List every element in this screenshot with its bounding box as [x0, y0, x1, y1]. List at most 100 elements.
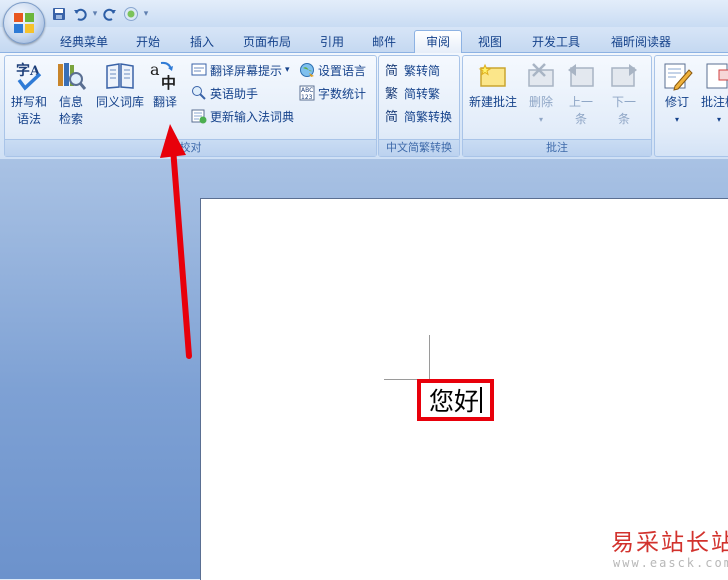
update-dictionary-icon [191, 109, 207, 124]
translation-screentip-label: 翻译屏幕提示 [210, 63, 283, 78]
track-changes-icon [664, 63, 693, 91]
set-language-button[interactable]: 设置语言 [299, 60, 366, 80]
tab-classic-menu[interactable]: 经典菜单 [50, 31, 118, 53]
margin-corner-vertical [429, 335, 430, 379]
thesaurus-button[interactable]: 同义词库 [93, 60, 147, 111]
save-icon[interactable] [50, 5, 68, 23]
tab-foxit-reader[interactable]: 福昕阅读器 [598, 31, 684, 53]
next-comment-label-line2: 条 [617, 112, 630, 126]
english-assistant-button[interactable]: 英语助手 [191, 83, 258, 103]
chinese-conversion-label: 简繁转换 [404, 109, 453, 124]
comments-group: 新建批注 删除 ▾ 上一 条 下一 条 批注 [462, 55, 652, 157]
word-count-label: 字数统计 [318, 86, 367, 101]
traditional-to-simplified-button[interactable]: 简 繁转简 [385, 60, 440, 80]
update-ime-dictionary-label: 更新输入法词典 [210, 109, 295, 124]
tracking-group: 修订 ▾ 批注框 ▾ [654, 55, 728, 157]
previous-comment-label-line1: 上一 [568, 95, 593, 109]
customize-icon[interactable]: ▾ [143, 9, 149, 19]
undo-dropdown-icon[interactable]: ▾ [92, 9, 98, 19]
simplified-to-traditional-button[interactable]: 繁 简转繁 [385, 83, 440, 103]
english-assistant-icon [192, 86, 206, 100]
english-assistant-label: 英语助手 [210, 86, 259, 101]
previous-comment-icon [568, 64, 594, 87]
proofing-group: 字 A 拼写和 语法 信息 检索 同义词库 a 中 翻译 翻译屏幕提示 ▾ 英语… [4, 55, 377, 157]
traditional-to-simplified-label: 繁转简 [404, 63, 441, 78]
chinese-conversion-group: 简 繁转简 繁 简转繁 简 简繁转换 中文简繁转换 [378, 55, 460, 157]
undo-icon[interactable] [71, 5, 89, 23]
svg-text:ABC: ABC [301, 87, 313, 94]
chinese-conversion-group-label: 中文简繁转换 [379, 139, 459, 156]
next-comment-icon [611, 64, 637, 87]
thesaurus-label: 同义词库 [95, 95, 144, 109]
ribbon: 字 A 拼写和 语法 信息 检索 同义词库 a 中 翻译 翻译屏幕提示 ▾ 英语… [0, 52, 728, 160]
research-button[interactable]: 信息 检索 [53, 60, 89, 128]
svg-text:繁: 繁 [385, 86, 398, 101]
new-comment-button[interactable]: 新建批注 [465, 60, 521, 111]
new-comment-label: 新建批注 [468, 95, 517, 109]
comment-box-label: 批注框 [700, 95, 728, 109]
office-button[interactable] [3, 2, 45, 44]
simplified-to-traditional-label: 简转繁 [404, 86, 441, 101]
redo-icon[interactable] [101, 5, 119, 23]
spelling-label-line2: 语法 [16, 112, 41, 126]
thesaurus-book-icon [106, 63, 134, 89]
delete-dropdown-icon: ▾ [538, 115, 543, 124]
highlighted-text-box[interactable]: 您好 [417, 379, 495, 421]
tab-references[interactable]: 引用 [310, 31, 354, 53]
watermark-site-name: 易采站长站 [611, 530, 728, 556]
track-changes-label: 修订 [664, 95, 689, 109]
comments-group-label: 批注 [463, 139, 651, 156]
research-label-line2: 检索 [58, 112, 83, 126]
comment-box-button[interactable]: 批注框 ▾ [699, 60, 728, 128]
svg-text:字: 字 [16, 62, 30, 79]
chinese-conversion-icon: 简 [385, 109, 398, 124]
svg-text:a: a [150, 60, 160, 79]
chinese-conversion-button[interactable]: 简 简繁转换 [385, 106, 452, 126]
new-comment-icon [478, 63, 506, 87]
screentip-icon [191, 63, 207, 76]
tab-review[interactable]: 审阅 [414, 30, 462, 53]
proofing-group-label: 校对 [5, 139, 376, 156]
update-ime-dictionary-button[interactable]: 更新输入法词典 [191, 106, 294, 126]
word-count-icon: ABC123 [299, 85, 315, 101]
track-changes-button[interactable]: 修订 ▾ [659, 60, 695, 128]
svg-text:简: 简 [385, 109, 398, 124]
ribbon-tab-bar: 经典菜单 开始 插入 页面布局 引用 邮件 审阅 视图 开发工具 福昕阅读器 [0, 27, 728, 53]
tab-mailings[interactable]: 邮件 [362, 31, 406, 53]
next-comment-label-line1: 下一 [611, 95, 636, 109]
tab-page-layout[interactable]: 页面布局 [232, 31, 302, 53]
svg-text:简: 简 [385, 63, 398, 78]
previous-comment-label-line2: 条 [574, 112, 587, 126]
delete-comment-icon [528, 63, 554, 87]
quick-access-toolbar: ▾ ▾ [50, 4, 149, 24]
circle-icon[interactable] [122, 5, 140, 23]
delete-comment-button[interactable]: 删除 ▾ [523, 60, 559, 128]
previous-comment-button[interactable]: 上一 条 [563, 60, 599, 128]
translate-label: 翻译 [152, 95, 177, 109]
document-page[interactable]: 您好 易采站长站 www.easck.com [200, 198, 728, 580]
word-count-button[interactable]: ABC 123 字数统计 [299, 83, 366, 103]
tab-view[interactable]: 视图 [468, 31, 512, 53]
translation-screentip-button[interactable]: 翻译屏幕提示 ▾ [191, 60, 290, 80]
tab-home[interactable]: 开始 [126, 31, 170, 53]
simplified-to-traditional-icon: 繁 [385, 86, 398, 101]
document-text: 您好 [429, 387, 480, 416]
spelling-grammar-button[interactable]: 字 A 拼写和 语法 [7, 60, 51, 128]
tab-developer[interactable]: 开发工具 [520, 31, 592, 53]
comment-box-icon [706, 63, 728, 89]
translate-button[interactable]: a 中 翻译 [147, 60, 183, 111]
translate-icon: a 中 [150, 60, 176, 92]
tab-insert[interactable]: 插入 [180, 31, 224, 53]
svg-text:123: 123 [301, 94, 313, 101]
track-changes-dropdown-icon: ▾ [674, 115, 679, 124]
set-language-label: 设置语言 [318, 63, 367, 78]
spelling-check-icon: 字 A [16, 62, 42, 91]
delete-comment-label: 删除 [528, 95, 553, 109]
set-language-icon [300, 63, 314, 77]
screentip-dropdown-icon: ▾ [285, 65, 290, 75]
next-comment-button[interactable]: 下一 条 [606, 60, 642, 128]
title-bar: ▾ ▾ [0, 0, 728, 44]
svg-text:中: 中 [161, 74, 176, 92]
traditional-to-simplified-icon: 简 [385, 63, 398, 78]
research-icon [58, 63, 87, 90]
